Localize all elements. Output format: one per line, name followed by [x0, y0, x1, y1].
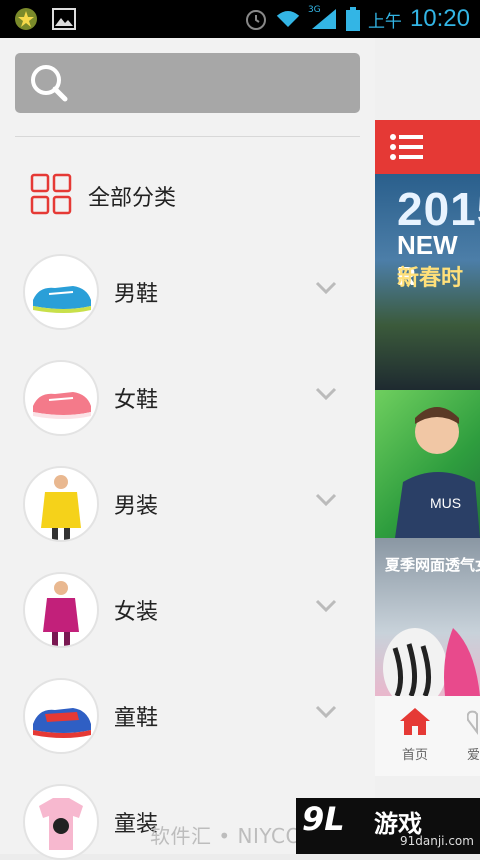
nav-home-label: 首页 — [401, 748, 428, 763]
nav-fav-label: 爱 — [467, 748, 480, 763]
category-item-kids-shoes[interactable]: 童鞋 — [23, 678, 363, 754]
category-thumb — [23, 254, 99, 330]
bottom-nav: 首页 爱 — [375, 696, 480, 776]
background-app: 2015 NEW R 新春时 MUS 夏季网面透气女 首页 — [360, 38, 480, 854]
nav-home[interactable]: 首页 — [395, 706, 435, 763]
model-photo: MUS — [395, 407, 480, 538]
site-watermark: 9L 游戏 91danji.com — [296, 798, 480, 854]
category-thumb — [23, 572, 99, 648]
watermark-domain: 91danji.com — [400, 834, 474, 848]
category-thumb — [23, 360, 99, 436]
divider — [15, 136, 360, 137]
nav-favorites[interactable]: 爱 — [466, 706, 480, 763]
chevron-down-icon[interactable] — [315, 704, 337, 719]
category-drawer: 全部分类 男鞋 女鞋 男装 女装 童鞋 童装 — [0, 38, 375, 860]
category-label: 男装 — [114, 494, 159, 519]
chevron-down-icon[interactable] — [315, 280, 337, 295]
chevron-down-icon[interactable] — [315, 386, 337, 401]
category-thumb — [23, 466, 99, 542]
all-categories-label: 全部分类 — [88, 186, 177, 211]
shoe-sole-photo — [383, 628, 480, 696]
list-menu-icon — [389, 132, 425, 166]
category-thumb — [23, 678, 99, 754]
category-thumb — [23, 784, 99, 860]
clock-time: 10:20 — [409, 5, 470, 32]
category-label: 童鞋 — [114, 706, 159, 731]
signal-3g-icon: 3G — [307, 5, 338, 31]
category-item-womens-shoes[interactable]: 女鞋 — [23, 360, 363, 436]
image-notification-icon — [52, 7, 76, 31]
svg-text:MUS: MUS — [430, 495, 461, 511]
promo-banner-mesh-shoes[interactable]: 夏季网面透气女 — [375, 538, 480, 696]
network-label: 3G — [307, 5, 321, 15]
home-icon — [399, 708, 431, 740]
am-pm-label: 上午 — [367, 11, 402, 32]
promo-banner-new-year[interactable]: 2015 NEW R 新春时 — [375, 174, 480, 390]
alarm-icon — [244, 7, 268, 31]
category-label: 女鞋 — [114, 388, 159, 413]
banner-cn-title: 新春时 — [397, 266, 464, 291]
app-notification-icon — [14, 7, 38, 31]
status-bar: 3G 上午 10:20 — [0, 0, 480, 38]
category-label: 女装 — [114, 600, 159, 625]
promo-banner-model[interactable]: MUS — [375, 390, 480, 538]
menu-button[interactable] — [375, 120, 480, 174]
search-icon — [29, 63, 69, 103]
chevron-down-icon[interactable] — [315, 492, 337, 507]
category-item-mens-shoes[interactable]: 男鞋 — [23, 254, 363, 330]
all-categories-item[interactable]: 全部分类 — [30, 173, 177, 219]
heart-icon — [466, 710, 480, 740]
banner-year: 2015 — [397, 183, 480, 235]
wifi-icon — [276, 7, 300, 31]
grid-icon — [30, 173, 72, 219]
battery-icon — [345, 7, 360, 31]
category-item-mens-clothing[interactable]: 男装 — [23, 466, 363, 542]
chevron-down-icon[interactable] — [315, 598, 337, 613]
search-bar[interactable] — [15, 53, 360, 113]
category-item-womens-clothing[interactable]: 女装 — [23, 572, 363, 648]
category-label: 男鞋 — [114, 282, 159, 307]
watermark-logo-num: 9L — [302, 800, 345, 838]
